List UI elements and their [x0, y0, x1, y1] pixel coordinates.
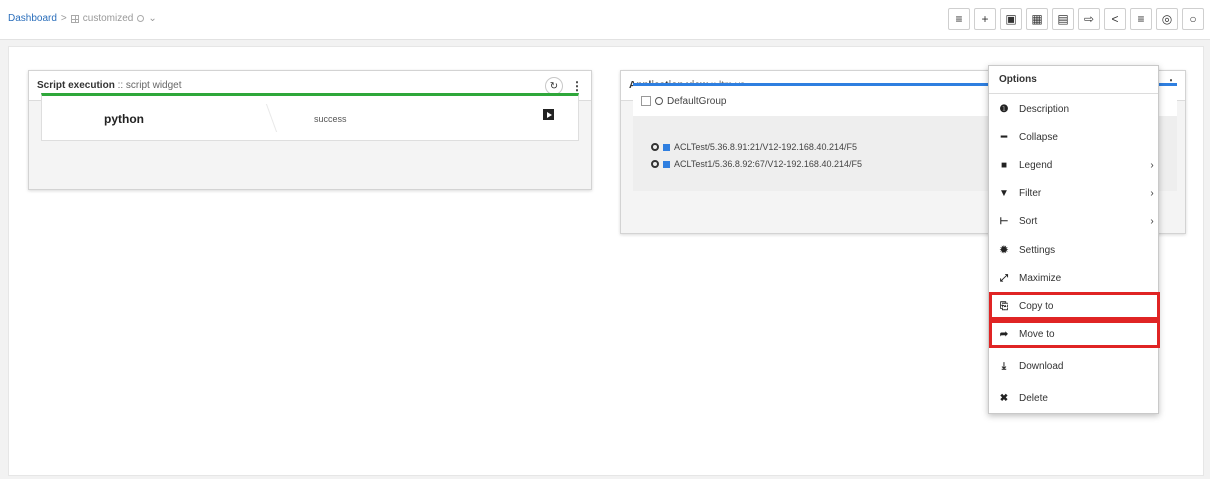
chevron-down-icon[interactable]: ⌄ [148, 13, 156, 24]
list-icon[interactable]: ≡ [948, 8, 970, 30]
app-item-label: ACLTest/5.36.8.91:21/V12-192.168.40.214/… [674, 142, 857, 152]
add-icon[interactable]: + [974, 8, 996, 30]
breadcrumb-current: customized [82, 13, 134, 24]
options-menu: Options ❶ Description ━ Collapse ■ Legen… [988, 65, 1160, 414]
group-name: DefaultGroup [667, 95, 727, 107]
vs-icon [663, 143, 670, 151]
menu-item-label: Copy to [1019, 300, 1054, 312]
import-icon[interactable]: ⇨ [1078, 8, 1100, 30]
menu-item-label: Download [1019, 360, 1064, 372]
legend-icon: ■ [1000, 159, 1008, 171]
menu-item-label: Move to [1019, 328, 1055, 340]
menu-item-delete[interactable]: ✖ Delete [989, 384, 1160, 412]
menu-item-maximize[interactable]: ⤢ Maximize [989, 264, 1160, 292]
menu-item-label: Sort [1019, 215, 1038, 227]
widget-title: Script execution :: script widget [37, 80, 182, 91]
vs-icon [663, 160, 670, 168]
save-icon[interactable]: ▣ [1000, 8, 1022, 30]
menu-item-label: Delete [1019, 392, 1048, 404]
top-bar: Dashboard > customized ⌄ ≡ + ▣ ▦ ▤ ⇨ < ≡… [0, 0, 1210, 40]
list-item[interactable]: ACLTest1/5.36.8.92:67/V12-192.168.40.214… [651, 159, 862, 169]
menu-item-label: Collapse [1019, 131, 1058, 143]
script-name: python [104, 112, 144, 126]
copy-icon: ⎘ [1000, 300, 1008, 312]
menu-item-download[interactable]: ⤓ Download [989, 352, 1160, 380]
info-circle-icon[interactable] [137, 15, 145, 22]
status-circle-icon [651, 143, 659, 151]
menu-item-label: Description [1019, 103, 1070, 115]
delete-icon: ✖ [999, 392, 1009, 404]
share-icon[interactable]: < [1104, 8, 1126, 30]
menu-header: Options [989, 66, 1158, 94]
script-card: python success [41, 93, 579, 141]
gear-icon: ✹ [999, 244, 1009, 256]
chevron-right-icon: › [1150, 215, 1154, 227]
align-icon[interactable]: ≡ [1130, 8, 1152, 30]
sort-icon: ⊢ [999, 215, 1009, 227]
minus-icon: ━ [1000, 131, 1008, 143]
menu-item-label: Legend [1019, 159, 1053, 171]
menu-item-label: Maximize [1019, 272, 1062, 284]
menu-item-description[interactable]: ❶ Description [989, 95, 1160, 123]
run-icon[interactable] [543, 109, 554, 120]
status-circle-icon [651, 160, 659, 168]
info-icon: ❶ [999, 103, 1009, 115]
grid-icon [70, 14, 79, 23]
list-item[interactable]: ACLTest/5.36.8.91:21/V12-192.168.40.214/… [651, 142, 857, 152]
target-icon[interactable]: ◎ [1156, 8, 1178, 30]
menu-item-legend[interactable]: ■ Legend › [989, 151, 1160, 179]
filter-icon: ▼ [999, 187, 1009, 199]
menu-item-filter[interactable]: ▼ Filter › [989, 179, 1160, 207]
kebab-menu-icon[interactable]: ⋮ [571, 79, 583, 93]
breadcrumb: Dashboard > customized ⌄ [8, 13, 157, 24]
maximize-icon: ⤢ [1000, 272, 1008, 284]
menu-item-sort[interactable]: ⊢ Sort › [989, 207, 1160, 235]
group-checkbox[interactable] [641, 96, 651, 106]
menu-item-copy-to[interactable]: ⎘ Copy to [989, 292, 1160, 320]
dashboard-toolbar: ≡ + ▣ ▦ ▤ ⇨ < ≡ ◎ ○ [948, 8, 1204, 30]
menu-item-label: Filter [1019, 187, 1042, 199]
breadcrumb-separator: > [60, 13, 67, 24]
script-status: success [314, 114, 347, 124]
divider [248, 104, 278, 132]
menu-item-label: Settings [1019, 244, 1056, 256]
script-execution-widget: Script execution :: script widget ↻ ⋮ py… [28, 70, 592, 190]
settings-icon[interactable]: ○ [1182, 8, 1204, 30]
menu-item-settings[interactable]: ✹ Settings [989, 236, 1160, 264]
save-as-icon[interactable]: ▦ [1026, 8, 1048, 30]
status-circle-icon [655, 97, 663, 105]
download-icon: ⤓ [1001, 360, 1007, 372]
chevron-right-icon: › [1150, 159, 1154, 171]
share-arrow-icon: ➦ [999, 328, 1009, 340]
menu-item-collapse[interactable]: ━ Collapse [989, 123, 1160, 151]
chevron-right-icon: › [1150, 187, 1154, 199]
breadcrumb-dashboard-link[interactable]: Dashboard [8, 13, 57, 24]
menu-item-move-to[interactable]: ➦ Move to [989, 320, 1160, 348]
app-item-label: ACLTest1/5.36.8.92:67/V12-192.168.40.214… [674, 159, 862, 169]
clipboard-icon[interactable]: ▤ [1052, 8, 1074, 30]
